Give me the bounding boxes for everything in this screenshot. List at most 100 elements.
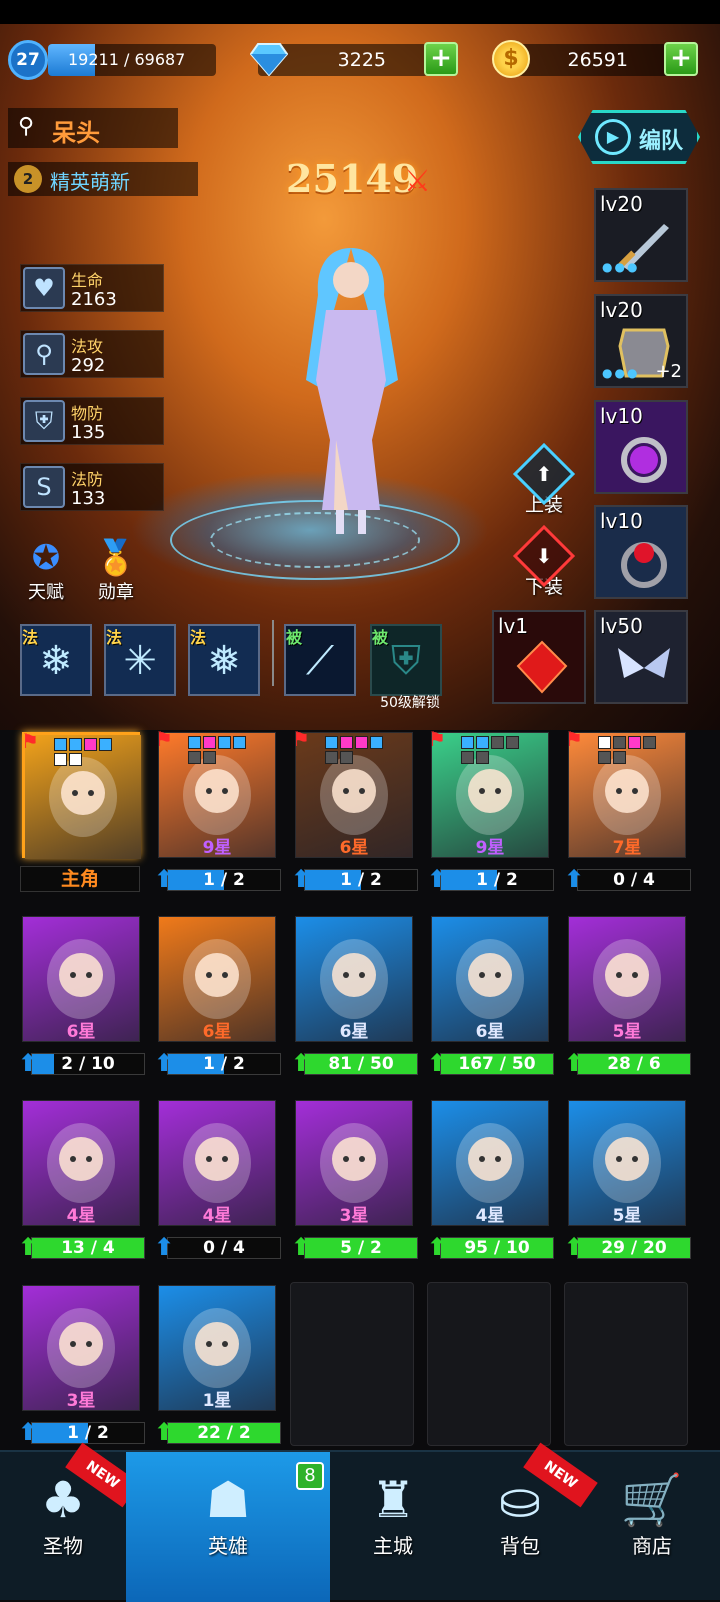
equip-level: lv10 xyxy=(600,404,643,428)
player-rank: 精英萌新 xyxy=(50,170,130,194)
equipment-slots-indicator xyxy=(187,735,251,765)
hero-card[interactable]: 4星 0 / 4 ⬆ xyxy=(154,1100,281,1261)
equip-refine-dots: ●●● xyxy=(602,260,640,274)
hero-card[interactable]: ⚑ 9星 1 / 2 ⬆ xyxy=(154,727,281,893)
hero-card[interactable]: 4星 95 / 10 ⬆ xyxy=(427,1100,554,1261)
hero-card[interactable]: 5星 29 / 20 ⬆ xyxy=(564,1100,691,1261)
hero-star-level: 6星 xyxy=(339,1022,369,1042)
upgrade-arrow-icon: ⬆ xyxy=(563,1233,585,1261)
hero-fragment-progress: 167 / 50 ⬆ xyxy=(426,1049,554,1077)
player-name-box[interactable]: ⚲ 呆头 xyxy=(8,108,178,148)
equipment-slots-indicator xyxy=(324,735,388,765)
hero-card[interactable]: 6星 167 / 50 ⬆ xyxy=(427,916,554,1077)
skill-type: 被 xyxy=(372,628,389,647)
red-gem-icon xyxy=(516,640,568,694)
hero-fragment-progress: 95 / 10 ⬆ xyxy=(426,1233,554,1261)
hero-card[interactable]: 5星 28 / 6 ⬆ xyxy=(564,916,691,1077)
nav-shop[interactable]: 🛒 商店 xyxy=(584,1452,720,1602)
hero-fragment-progress: 0 / 4 ⬆ xyxy=(153,1233,281,1261)
slot-dot xyxy=(598,736,611,749)
stat-label: 生命 xyxy=(71,271,104,290)
hero-star-level: 6星 xyxy=(202,1022,232,1042)
upgrade-arrow-icon: ⬆ xyxy=(290,1049,312,1077)
progress-bar: 13 / 4 xyxy=(31,1237,145,1259)
progress-bar: 0 / 4 xyxy=(167,1237,281,1259)
talent-label: 天赋 xyxy=(28,582,64,603)
stat-physical-defense: ⛨ 物防 135 xyxy=(20,397,164,445)
hero-star-level: 6星 xyxy=(66,1022,96,1042)
upgrade-arrow-icon: ⬆ xyxy=(153,1233,175,1261)
progress-bar: 1 / 2 xyxy=(304,869,418,891)
hero-card[interactable]: 6星 2 / 10 ⬆ xyxy=(18,916,145,1077)
empty-hero-slot xyxy=(427,1282,551,1446)
hero-card[interactable]: ⚑ 7星 0 / 4 ⬆ xyxy=(564,727,691,893)
talent-button[interactable]: ✪ 天赋 xyxy=(14,538,78,604)
upgrade-arrow-icon: ⬆ xyxy=(563,865,585,893)
medal-button[interactable]: 🏅 勋章 xyxy=(84,538,148,604)
stat-label: 物防 xyxy=(71,404,104,423)
fragment-count: 5 / 2 xyxy=(340,1238,382,1258)
hero-card[interactable]: ⚑ 9星 1 / 2 ⬆ xyxy=(427,727,554,893)
upgrade-arrow-icon: ⬆ xyxy=(153,865,175,893)
skill-type: 被 xyxy=(286,628,303,647)
progress-bar: 81 / 50 xyxy=(304,1053,418,1075)
hero-card[interactable]: 6星 81 / 50 ⬆ xyxy=(291,916,418,1077)
hero-card[interactable]: ⚑ 6星 1 / 2 ⬆ xyxy=(291,727,418,893)
hero-card[interactable]: 4星 13 / 4 ⬆ xyxy=(18,1100,145,1261)
equip-all-button[interactable]: ⬆ 上装 xyxy=(512,442,576,517)
slot-dot xyxy=(355,736,368,749)
skill-slot-2[interactable]: ✳ 法 xyxy=(104,624,176,696)
equip-level: lv20 xyxy=(600,298,643,322)
slot-dot xyxy=(325,751,338,764)
gem-amount: 3225 xyxy=(337,49,386,71)
skill-slot-1[interactable]: ❄ 法 xyxy=(20,624,92,696)
slot-dot xyxy=(188,736,201,749)
nav-backpack[interactable]: ⛀ 背包 NEW xyxy=(456,1442,598,1602)
equip-enhance: +2 xyxy=(655,361,682,382)
nav-label: 圣物 xyxy=(43,1534,83,1558)
slot-dot xyxy=(54,753,67,766)
passive-skill-slot-1[interactable]: ⟋ 被 xyxy=(284,624,356,696)
nav-relics[interactable]: ♣ 圣物 NEW xyxy=(0,1442,140,1602)
equip-slot-armor[interactable]: lv20 ●●● +2 xyxy=(594,294,688,388)
empty-hero-slot xyxy=(564,1282,688,1446)
medal-icon: 🏅 xyxy=(94,538,138,578)
equip-slot-wings[interactable]: lv50 xyxy=(594,610,688,704)
equip-slot-gem[interactable]: lv1 xyxy=(492,610,586,704)
equip-slot-weapon[interactable]: lv20 ●●● xyxy=(594,188,688,282)
unequip-all-button[interactable]: ⬇ 下装 xyxy=(512,524,576,599)
rank-badge-icon: 2 xyxy=(14,165,42,193)
team-flag-icon: ⚑ xyxy=(428,727,446,751)
buy-gold-button[interactable]: + xyxy=(664,42,698,76)
hero-fragment-progress: 5 / 2 ⬆ xyxy=(290,1233,418,1261)
hero-fragment-progress: 81 / 50 ⬆ xyxy=(290,1049,418,1077)
equip-slot-ring-2[interactable]: lv10 xyxy=(594,505,688,599)
fragment-count: 81 / 50 xyxy=(328,1054,394,1074)
hero-fragment-progress: 1 / 2 ⬆ xyxy=(17,1418,145,1446)
team-flag-icon: ⚑ xyxy=(292,727,310,751)
progress-bar: 0 / 4 xyxy=(577,869,691,891)
hero-card[interactable]: 6星 1 / 2 ⬆ xyxy=(154,916,281,1077)
nav-heroes[interactable]: ☗ 英雄 8 xyxy=(126,1452,330,1602)
passive-skill-slot-locked[interactable]: ⛨ 被 50级解锁 xyxy=(370,624,442,711)
player-rank-box[interactable]: 2 精英萌新 xyxy=(8,162,198,196)
buy-gems-button[interactable]: + xyxy=(424,42,458,76)
hero-card[interactable]: 1星 22 / 2 ⬆ xyxy=(154,1285,281,1446)
main-hero-card[interactable]: ⚑ xyxy=(21,729,141,859)
hero-card[interactable]: 3星 1 / 2 ⬆ xyxy=(18,1285,145,1446)
nav-city[interactable]: ♜ 主城 xyxy=(330,1452,456,1602)
hero-card[interactable]: 3星 5 / 2 ⬆ xyxy=(291,1100,418,1261)
castle-icon: ♜ xyxy=(370,1471,416,1529)
slot-dot xyxy=(99,738,112,751)
skill-slot-3[interactable]: ❅ 法 xyxy=(188,624,260,696)
upgrade-arrow-icon: ⬆ xyxy=(17,1233,39,1261)
hero-character-model[interactable] xyxy=(276,240,426,540)
team-formation-button[interactable]: ▶ 编队 xyxy=(578,110,700,164)
stat-value: 133 xyxy=(71,488,106,509)
stat-value: 135 xyxy=(71,422,106,443)
hero-star-level: 4星 xyxy=(475,1206,505,1226)
fragment-count: 1 / 2 xyxy=(340,870,382,890)
equip-slot-ring-1[interactable]: lv10 xyxy=(594,400,688,494)
slot-dot xyxy=(598,751,611,764)
play-icon: ▶ xyxy=(595,119,631,155)
